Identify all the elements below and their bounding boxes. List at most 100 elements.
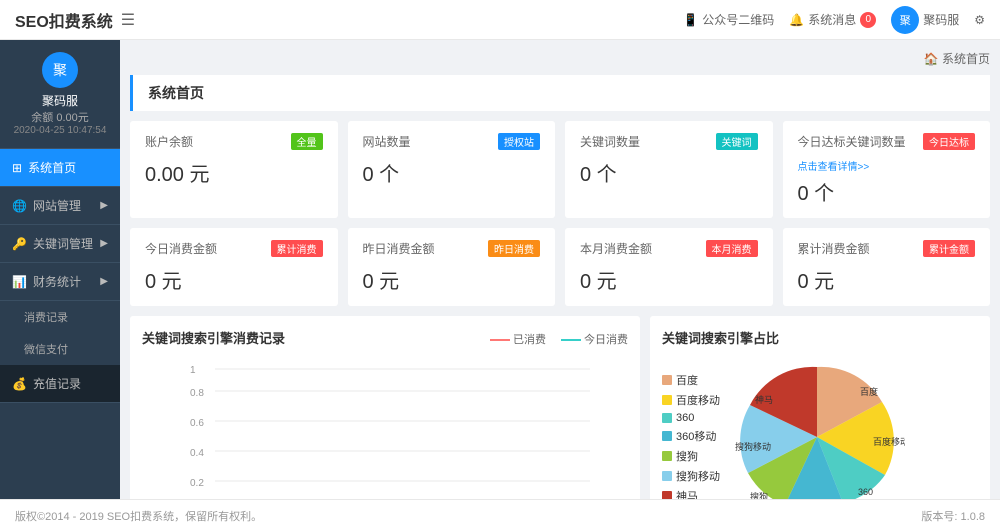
qrcode-label: 公众号二维码 <box>702 11 774 28</box>
user-name: 聚码服 <box>42 92 78 109</box>
legend-shenma: 神马 <box>662 488 720 500</box>
top-header: SEO扣费系统 ☰ 📱 公众号二维码 🔔 系统消息 0 聚 聚码服 ⚙ <box>0 0 1000 40</box>
stat-card-target: 今日达标关键词数量 今日达标 点击查看详情>> 0 个 <box>783 121 991 218</box>
pie-chart-title: 关键词搜索引擎占比 <box>662 328 978 347</box>
stat-card-sites-header: 网站数量 授权站 <box>363 133 541 150</box>
stat-title-month-cost: 本月消费金额 <box>580 240 652 257</box>
nav-item-keywords[interactable]: 🔑 关键词管理 ▶ <box>0 225 120 263</box>
stat-title-balance: 账户余额 <box>145 133 193 150</box>
nav-item-home[interactable]: ⊞ 系统首页 <box>0 149 120 187</box>
page-crumb: 系统首页 <box>942 52 990 66</box>
legend-360: 360 <box>662 412 720 424</box>
sogou-color <box>662 451 672 461</box>
hamburger-icon[interactable]: ☰ <box>121 10 135 30</box>
footer-version: 版本号: 1.0.8 <box>921 508 985 524</box>
svg-text:0.8: 0.8 <box>190 388 204 399</box>
stat-link-target[interactable]: 点击查看详情>> <box>798 158 976 173</box>
user-time: 2020-04-25 10:47:54 <box>14 125 107 136</box>
stats-row-2: 今日消费金额 累计消费 0 元 昨日消费金额 昨日消费 0 元 本月消费金额 本… <box>130 228 990 306</box>
stat-badge-yest-cost: 昨日消费 <box>488 240 540 257</box>
avatar: 聚 <box>891 6 919 34</box>
stat-value-sites: 0 个 <box>363 158 541 187</box>
pie-chart-card: 关键词搜索引擎占比 百度 百度移动 360 <box>650 316 990 499</box>
baidu-color <box>662 375 672 385</box>
svg-text:0.4: 0.4 <box>190 448 204 459</box>
notification-item[interactable]: 🔔 系统消息 0 <box>789 11 876 28</box>
bell-icon: 🔔 <box>789 13 804 27</box>
keyword-icon: 🔑 <box>12 237 27 251</box>
page-title: 系统首页 <box>130 75 990 111</box>
nav-sub-consume[interactable]: 消费记录 <box>0 301 120 333</box>
legend-baidu: 百度 <box>662 372 720 388</box>
site-icon: 🌐 <box>12 199 27 213</box>
stat-badge-month-cost: 本月消费 <box>706 240 758 257</box>
stat-value-yest-cost: 0 元 <box>363 265 541 294</box>
svg-text:搜狗: 搜狗 <box>750 491 768 499</box>
recharge-icon: 💰 <box>12 377 27 391</box>
chevron-icon: ▶ <box>100 200 108 211</box>
settings-item[interactable]: ⚙ <box>974 13 985 27</box>
baidu-mobile-color <box>662 395 672 405</box>
sidebar: 聚 聚码服 余额 0.00元 2020-04-25 10:47:54 ⊞ 系统首… <box>0 40 120 499</box>
nav-label-recharge: 充值记录 <box>33 375 81 392</box>
stat-value-month-cost: 0 元 <box>580 265 758 294</box>
legend-already: 已消费 <box>490 331 546 347</box>
stat-title-today-cost: 今日消费金额 <box>145 240 217 257</box>
chevron-icon3: ▶ <box>100 276 108 287</box>
stat-card-target-header: 今日达标关键词数量 今日达标 <box>798 133 976 150</box>
header-right: 📱 公众号二维码 🔔 系统消息 0 聚 聚码服 ⚙ <box>683 6 985 34</box>
nav-label-home: 系统首页 <box>28 159 76 176</box>
stat-card-sites: 网站数量 授权站 0 个 <box>348 121 556 218</box>
nav-label-keywords: 关键词管理 <box>33 235 93 252</box>
stat-badge-total-cost: 累计金额 <box>923 240 975 257</box>
user-balance: 余额 0.00元 <box>31 109 88 125</box>
home-icon: ⊞ <box>12 161 22 175</box>
stat-card-balance-header: 账户余额 全量 <box>145 133 323 150</box>
main-layout: 聚 聚码服 余额 0.00元 2020-04-25 10:47:54 ⊞ 系统首… <box>0 40 1000 499</box>
stat-title-total-cost: 累计消费金额 <box>798 240 870 257</box>
legend-baidu-mobile: 百度移动 <box>662 392 720 408</box>
user-label: 聚码服 <box>923 11 959 28</box>
baidu-label: 百度 <box>676 372 698 388</box>
legend-360-mobile: 360移动 <box>662 428 720 444</box>
svg-text:360: 360 <box>858 487 873 497</box>
stat-card-today-cost-header: 今日消费金额 累计消费 <box>145 240 323 257</box>
legend-sogou: 搜狗 <box>662 448 720 464</box>
stat-value-today-cost: 0 元 <box>145 265 323 294</box>
stat-badge-keywords: 关键词 <box>716 133 758 150</box>
gear-icon: ⚙ <box>974 13 985 27</box>
stat-card-today-cost: 今日消费金额 累计消费 0 元 <box>130 228 338 306</box>
notification-badge: 0 <box>860 12 876 28</box>
footer-copyright: 版权©2014 - 2019 SEO扣费系统，保留所有权利。 <box>15 508 262 524</box>
sogou-mobile-color <box>662 471 672 481</box>
nav-item-recharge[interactable]: 💰 充值记录 <box>0 365 120 403</box>
svg-text:1: 1 <box>190 365 196 376</box>
breadcrumb: 🏠 系统首页 <box>924 50 990 67</box>
svg-text:0.2: 0.2 <box>190 478 204 489</box>
stat-value-balance: 0.00 元 <box>145 158 323 187</box>
stat-card-total-cost-header: 累计消费金额 累计金额 <box>798 240 976 257</box>
logo: SEO扣费系统 <box>15 8 113 32</box>
line-chart-title: 关键词搜索引擎消费记录 <box>142 328 285 347</box>
stat-value-keywords: 0 个 <box>580 158 758 187</box>
qrcode-item[interactable]: 📱 公众号二维码 <box>683 11 774 28</box>
svg-text:神马: 神马 <box>755 394 773 405</box>
home-crumb: 🏠 <box>924 52 942 66</box>
stat-card-month-cost-header: 本月消费金额 本月消费 <box>580 240 758 257</box>
stat-title-target: 今日达标关键词数量 <box>798 133 906 150</box>
stat-value-target: 0 个 <box>798 177 976 206</box>
legend-today: 今日消费 <box>561 331 628 347</box>
line-chart-svg: 0 0.2 0.4 0.6 0.8 1 百度 <box>142 361 628 499</box>
line-chart-legend: 已消费 今日消费 <box>490 331 628 347</box>
breadcrumb-bar: 🏠 系统首页 <box>130 50 990 67</box>
svg-text:搜狗移动: 搜狗移动 <box>735 441 771 452</box>
stat-card-balance: 账户余额 全量 0.00 元 <box>130 121 338 218</box>
content-area: 🏠 系统首页 系统首页 账户余额 全量 0.00 元 网站数量 授权站 0 个 <box>120 40 1000 499</box>
user-item[interactable]: 聚 聚码服 <box>891 6 959 34</box>
nav-sub-wechat[interactable]: 微信支付 <box>0 333 120 365</box>
charts-row: 关键词搜索引擎消费记录 已消费 今日消费 0 0.2 0.4 0.6 0.8 1 <box>130 316 990 499</box>
stats-row-1: 账户余额 全量 0.00 元 网站数量 授权站 0 个 关键词数量 关键词 0 … <box>130 121 990 218</box>
shenma-label: 神马 <box>676 488 698 500</box>
nav-item-finance[interactable]: 📊 财务统计 ▶ <box>0 263 120 301</box>
nav-item-sites[interactable]: 🌐 网站管理 ▶ <box>0 187 120 225</box>
